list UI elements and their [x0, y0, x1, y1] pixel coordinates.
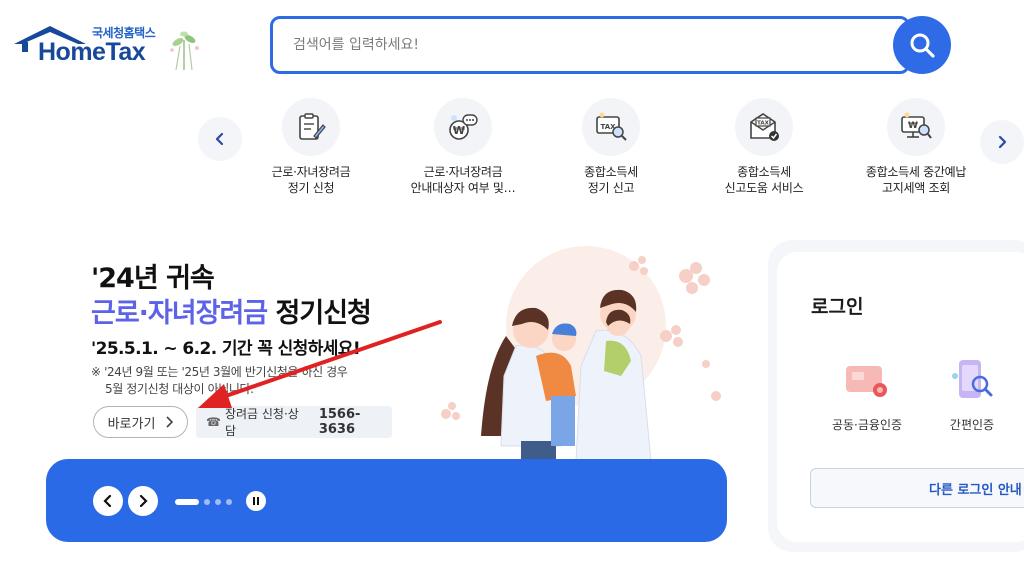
- quick-menu-label-line1: 종합소득세: [737, 165, 791, 179]
- hometax-logo[interactable]: 국세청홈택스 HomeTax: [12, 22, 202, 72]
- quick-menu-item-interim-prepayment[interactable]: ₩ 종합소득세 중간예납고지세액 조회: [831, 98, 1001, 196]
- quick-menu-item-earned-income-apply[interactable]: 근로·자녀장려금정기 신청: [226, 98, 396, 196]
- quick-menu-label-line2: 정기 신고: [587, 181, 635, 195]
- chevron-right-icon: [139, 495, 148, 507]
- logo-title: HomeTax: [38, 38, 146, 66]
- svg-text:₩: ₩: [453, 124, 465, 137]
- login-title: 로그인: [811, 296, 864, 318]
- go-button[interactable]: 바로가기: [93, 406, 188, 438]
- quick-menu-item-income-tax-filing[interactable]: TAX 종합소득세정기 신고: [526, 98, 696, 196]
- svg-text:₩: ₩: [908, 121, 918, 131]
- joint-financial-cert-login[interactable]: 공동·금융인증: [817, 356, 917, 433]
- svg-text:TAX: TAX: [757, 121, 770, 127]
- search-box[interactable]: [270, 16, 910, 74]
- chevron-right-icon: [166, 416, 174, 428]
- simple-auth-label: 간편인증: [949, 418, 995, 432]
- chevron-left-icon: [215, 132, 224, 146]
- quick-menu-label-line1: 종합소득세 중간예납: [865, 165, 967, 179]
- quick-menu-label-line2: 신고도움 서비스: [724, 181, 804, 195]
- slide-dot-active[interactable]: [175, 499, 199, 505]
- search-button[interactable]: [893, 16, 951, 74]
- quick-menu-item-eligibility-check[interactable]: ₩ 근로·자녀장려금안내대상자 여부 및…: [378, 98, 548, 196]
- quick-menu-next-button[interactable]: [980, 120, 1024, 164]
- banner-title-line1: '24년 귀속: [91, 263, 215, 294]
- quick-menu-label-line2: 안내대상자 여부 및…: [410, 181, 516, 195]
- tax-magnifier-icon: TAX: [582, 98, 640, 156]
- slide-pause-button[interactable]: [246, 491, 266, 511]
- chevron-left-icon: [103, 495, 112, 507]
- simple-auth-login[interactable]: 간편인증: [922, 356, 1022, 433]
- login-panel: 로그인 공동·금융인증 간편인증 다른 로그인 안내: [777, 252, 1024, 542]
- joint-financial-cert-label: 공동·금융인증: [831, 418, 903, 432]
- won-monitor-search-icon: ₩: [887, 98, 945, 156]
- slide-indicator: [175, 499, 232, 505]
- plant-decoration-icon: [170, 31, 199, 70]
- slide-dot[interactable]: [226, 499, 232, 505]
- won-chat-icon: ₩: [434, 98, 492, 156]
- pause-icon: [253, 497, 259, 505]
- search-icon: [910, 33, 935, 58]
- annotation-arrow-icon: [198, 320, 442, 408]
- search-input[interactable]: [293, 33, 853, 57]
- slide-prev-button[interactable]: [93, 486, 123, 516]
- chevron-right-icon: [998, 135, 1007, 149]
- certificate-card-icon: [846, 366, 887, 397]
- quick-menu-label-line1: 종합소득세: [584, 165, 638, 179]
- slide-next-button[interactable]: [128, 486, 158, 516]
- quick-menu-label-line2: 고지세액 조회: [882, 181, 950, 195]
- tax-envelope-check-icon: TAX: [735, 98, 793, 156]
- go-button-label: 바로가기: [107, 416, 156, 432]
- quick-menu-label-line1: 근로·자녀장려금: [271, 165, 351, 179]
- document-pen-icon: [282, 98, 340, 156]
- quick-menu-item-filing-help[interactable]: TAX 종합소득세신고도움 서비스: [679, 98, 849, 196]
- other-login-guide-button[interactable]: 다른 로그인 안내: [810, 468, 1024, 508]
- slide-dot[interactable]: [215, 499, 221, 505]
- phone-auth-icon: [952, 360, 993, 398]
- quick-menu-label-line1: 근로·자녀장려금: [423, 165, 503, 179]
- quick-menu-label-line2: 정기 신청: [287, 181, 335, 195]
- slider-control-bar: [46, 459, 727, 542]
- slide-dot[interactable]: [204, 499, 210, 505]
